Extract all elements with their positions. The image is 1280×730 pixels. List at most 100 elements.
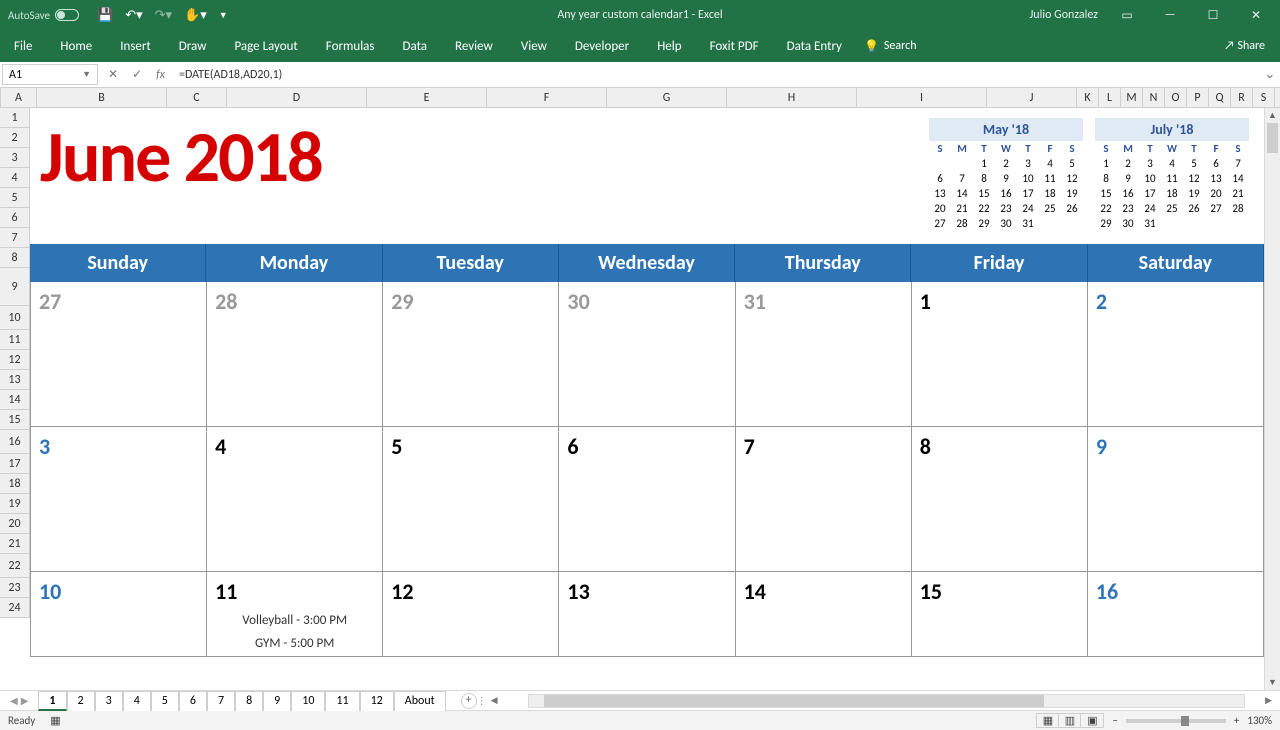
column-header[interactable]: O	[1165, 88, 1187, 108]
row-header[interactable]: 15	[0, 410, 30, 430]
calendar-cell[interactable]: 27	[30, 282, 207, 427]
select-all-cell[interactable]	[0, 88, 1, 108]
zoom-in-icon[interactable]: +	[1234, 714, 1239, 727]
sheet-tab[interactable]: 5	[151, 691, 179, 711]
sheet-tab[interactable]: 3	[95, 691, 123, 711]
calendar-cell[interactable]: 7	[736, 427, 912, 572]
row-header[interactable]: 3	[0, 148, 30, 168]
row-header[interactable]: 11	[0, 330, 30, 350]
calendar-cell[interactable]: 2	[1088, 282, 1264, 427]
column-header[interactable]: P	[1187, 88, 1209, 108]
redo-icon[interactable]: ↷▾	[155, 8, 172, 23]
sheet-tab[interactable]: 11	[325, 691, 359, 711]
search-box[interactable]: 💡 Search	[864, 39, 917, 54]
share-button[interactable]: ↗ Share	[1224, 39, 1265, 53]
calendar-cell[interactable]: 5	[383, 427, 559, 572]
save-icon[interactable]: 💾	[97, 8, 113, 23]
ribbon-tab-file[interactable]: File	[0, 39, 46, 54]
autosave-toggle[interactable]	[55, 9, 79, 21]
scroll-thumb[interactable]	[1267, 123, 1278, 153]
row-header[interactable]: 10	[0, 306, 30, 330]
calendar-cell[interactable]: 4	[207, 427, 383, 572]
column-header[interactable]: E	[367, 88, 487, 108]
column-header[interactable]: L	[1099, 88, 1121, 108]
column-header[interactable]: A	[1, 88, 37, 108]
row-header[interactable]: 2	[0, 128, 30, 148]
row-header[interactable]: 14	[0, 390, 30, 410]
row-header[interactable]: 19	[0, 494, 30, 514]
normal-view-icon[interactable]: ▦	[1037, 714, 1059, 727]
column-header[interactable]: K	[1077, 88, 1099, 108]
sheet-nav-next-icon[interactable]: ▶	[21, 694, 29, 707]
username-label[interactable]: Julio Gonzalez	[1029, 8, 1098, 22]
zoom-out-icon[interactable]: −	[1112, 714, 1117, 727]
row-header[interactable]: 23	[0, 578, 30, 598]
row-header[interactable]: 1	[0, 108, 30, 128]
sheet-tab[interactable]: 10	[291, 691, 325, 711]
new-sheet-button[interactable]: +	[461, 693, 477, 709]
calendar-cell[interactable]: 12	[383, 572, 559, 657]
sheet-content[interactable]: June 2018 May '18 SMTWTFS123456789101112…	[30, 108, 1264, 690]
sheet-tab[interactable]: 12	[360, 691, 394, 711]
undo-icon[interactable]: ↶▾	[125, 8, 142, 23]
calendar-cell[interactable]: 15	[912, 572, 1088, 657]
sheet-nav-prev-icon[interactable]: ◀	[10, 694, 18, 707]
calendar-cell[interactable]: 1	[912, 282, 1088, 427]
column-header[interactable]: G	[607, 88, 727, 108]
sheet-nav[interactable]: ◀ ▶	[0, 694, 38, 707]
scroll-down-icon[interactable]: ▼	[1265, 675, 1280, 690]
row-header[interactable]: 18	[0, 474, 30, 494]
column-header[interactable]: I	[857, 88, 987, 108]
column-header[interactable]: F	[487, 88, 607, 108]
row-header[interactable]: 12	[0, 350, 30, 370]
calendar-cell[interactable]: 10	[30, 572, 207, 657]
column-header[interactable]: T	[1275, 88, 1280, 108]
column-header[interactable]: J	[987, 88, 1077, 108]
ribbon-tab-formulas[interactable]: Formulas	[312, 39, 389, 54]
column-header[interactable]: H	[727, 88, 857, 108]
sheet-tab[interactable]: 7	[207, 691, 235, 711]
column-header[interactable]: N	[1143, 88, 1165, 108]
row-header[interactable]: 9	[0, 268, 30, 306]
sheet-tab[interactable]: 2	[67, 691, 95, 711]
enter-icon[interactable]: ✓	[132, 67, 142, 82]
hscroll-thumb[interactable]	[544, 695, 1045, 707]
calendar-cell[interactable]: 31	[736, 282, 912, 427]
ribbon-tab-page-layout[interactable]: Page Layout	[220, 39, 311, 54]
row-header[interactable]: 7	[0, 228, 30, 248]
ribbon-tab-developer[interactable]: Developer	[561, 39, 643, 54]
name-box-dropdown-icon[interactable]: ▼	[82, 69, 91, 80]
column-header[interactable]: Q	[1209, 88, 1231, 108]
row-header[interactable]: 17	[0, 454, 30, 474]
column-header[interactable]: S	[1253, 88, 1275, 108]
sheet-tab[interactable]: About	[394, 691, 446, 711]
fx-icon[interactable]: fx	[156, 68, 165, 82]
column-header[interactable]: R	[1231, 88, 1253, 108]
calendar-cell[interactable]: 16	[1088, 572, 1264, 657]
sheet-tab[interactable]: 4	[123, 691, 151, 711]
zoom-level[interactable]: 130%	[1247, 714, 1272, 727]
ribbon-tab-data[interactable]: Data	[389, 39, 442, 54]
ribbon-tab-foxit-pdf[interactable]: Foxit PDF	[696, 39, 773, 54]
row-header[interactable]: 13	[0, 370, 30, 390]
sheet-tab[interactable]: 9	[263, 691, 291, 711]
cancel-icon[interactable]: ✕	[108, 67, 118, 82]
column-header[interactable]: B	[37, 88, 167, 108]
name-box[interactable]: A1 ▼	[2, 64, 98, 85]
row-header[interactable]: 8	[0, 248, 30, 268]
horizontal-scrollbar[interactable]	[528, 694, 1245, 708]
calendar-cell[interactable]: 29	[383, 282, 559, 427]
row-header[interactable]: 5	[0, 188, 30, 208]
minimize-icon[interactable]: —	[1156, 8, 1184, 22]
column-header[interactable]: M	[1121, 88, 1143, 108]
sheet-tab[interactable]: 8	[235, 691, 263, 711]
calendar-cell[interactable]: 28	[207, 282, 383, 427]
row-header[interactable]: 16	[0, 430, 30, 454]
formula-input[interactable]: =DATE(AD18,AD20,1)	[173, 62, 1260, 87]
maximize-icon[interactable]: ☐	[1199, 8, 1227, 23]
ribbon-tab-data-entry[interactable]: Data Entry	[773, 39, 856, 54]
sheet-tab[interactable]: 1	[38, 691, 66, 711]
ribbon-tab-view[interactable]: View	[507, 39, 561, 54]
row-header[interactable]: 21	[0, 534, 30, 554]
calendar-cell[interactable]: 8	[912, 427, 1088, 572]
